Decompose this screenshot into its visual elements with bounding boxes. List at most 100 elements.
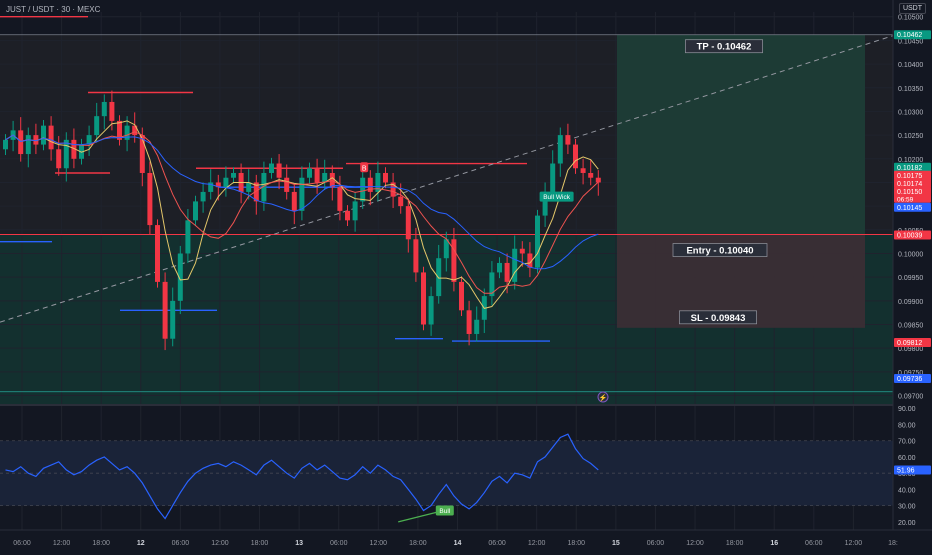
candle [155, 225, 160, 282]
x-tick-label: 18:00 [92, 540, 110, 547]
candle [428, 296, 434, 325]
rsi-y-tick-label: 20.00 [898, 520, 916, 527]
price-label: 0.10145 [897, 205, 922, 212]
x-tick-label: 12 [137, 540, 145, 547]
x-tick-label: 16 [770, 540, 778, 547]
candle [436, 258, 442, 297]
candle [41, 125, 46, 145]
x-tick-label: 12:00 [53, 540, 71, 547]
symbol-title: JUST / USDT · 30 · MEXC [6, 5, 101, 14]
candle [421, 272, 426, 325]
candle [299, 177, 305, 211]
y-tick-label: 0.10500 [898, 15, 923, 22]
candle [535, 215, 540, 268]
candle [48, 125, 54, 150]
candle [185, 220, 191, 254]
signal-b-label: B [362, 165, 367, 172]
y-tick-label: 0.09900 [898, 299, 923, 306]
candle [413, 239, 419, 273]
rsi-y-tick-label: 30.00 [898, 504, 916, 511]
candle [94, 116, 100, 136]
candle [398, 196, 404, 207]
x-tick-label: 06:00 [13, 540, 31, 547]
candle [459, 281, 464, 311]
candle [451, 239, 457, 282]
candle [223, 177, 229, 188]
candle [352, 201, 358, 221]
bull-wick-label: Bull Wick [543, 194, 570, 201]
candle [565, 135, 571, 145]
candle [56, 149, 62, 169]
candle [231, 172, 236, 178]
x-tick-label: 18:00 [726, 540, 744, 547]
sl-label: SL - 0.09843 [691, 313, 746, 324]
candle [3, 139, 8, 150]
candle [519, 248, 525, 254]
candle [109, 101, 115, 121]
y-tick-label: 0.09700 [898, 394, 923, 401]
candle [383, 172, 388, 183]
y-tick-label: 0.10400 [898, 62, 923, 69]
candle [595, 177, 601, 183]
candle [573, 144, 578, 169]
candle [550, 163, 556, 192]
y-tick-label: 0.10200 [898, 157, 923, 164]
candle [512, 248, 518, 282]
candle [588, 172, 594, 178]
take-profit-zone [617, 34, 865, 235]
y-tick-label: 0.10300 [898, 109, 923, 116]
candle [497, 262, 502, 273]
candle [276, 163, 282, 178]
candle [284, 177, 290, 192]
rsi-y-tick-label: 40.00 [898, 487, 916, 494]
candle [314, 168, 320, 183]
x-tick-label: 06:00 [647, 540, 665, 547]
candle [18, 130, 24, 155]
y-tick-label: 0.10000 [898, 251, 923, 258]
candle [162, 281, 168, 339]
candle [200, 191, 206, 202]
x-tick-label: 18:00 [568, 540, 586, 547]
candle [101, 101, 107, 117]
rsi-y-tick-label: 80.00 [898, 422, 916, 429]
rsi-y-tick-label: 90.00 [898, 406, 916, 413]
candle [291, 191, 297, 211]
y-tick-label: 0.10350 [898, 86, 923, 93]
candle [139, 135, 145, 173]
x-tick-label: 06:00 [805, 540, 823, 547]
candle [329, 172, 335, 188]
currency-selector[interactable]: USDT [898, 3, 926, 14]
candle [147, 172, 153, 226]
tp-label: TP - 0.10462 [697, 42, 752, 53]
candle [193, 201, 198, 221]
chart-root: TP - 0.10462 Entry - 0.10040 SL - 0.09843 B… [0, 0, 932, 550]
x-tick-label: 18:00 [409, 540, 427, 547]
candle [504, 262, 510, 282]
x-tick-label: 12:00 [686, 540, 704, 547]
rsi-y-tick-label: 70.00 [898, 439, 916, 446]
x-tick-label: 12:00 [211, 540, 229, 547]
price-label: 0.09736 [897, 376, 922, 383]
chart-canvas[interactable]: TP - 0.10462 Entry - 0.10040 SL - 0.09843 B… [0, 0, 932, 550]
x-tick-label: 06:00 [330, 540, 348, 547]
price-label: 0.10174 [897, 181, 922, 188]
candle [466, 310, 472, 334]
entry-label: Entry - 0.10040 [686, 246, 753, 257]
candle [557, 135, 563, 164]
candle [474, 319, 480, 334]
y-tick-label: 0.09850 [898, 323, 923, 330]
candle [63, 139, 69, 169]
candle [170, 300, 176, 339]
candle [345, 210, 350, 221]
y-tick-label: 0.09800 [898, 346, 923, 353]
candle [580, 168, 586, 173]
x-tick-label: 06:00 [488, 540, 506, 547]
price-label: 0.10182 [897, 165, 922, 172]
price-label: 0.10175 [897, 173, 922, 180]
x-tick-label: 18:00 [251, 540, 269, 547]
x-tick-label: 12:00 [370, 540, 388, 547]
candle [307, 168, 312, 178]
x-tick-label: 13 [295, 540, 303, 547]
price-label: 0.09812 [897, 340, 922, 347]
rsi-y-tick-label: 60.00 [898, 455, 916, 462]
